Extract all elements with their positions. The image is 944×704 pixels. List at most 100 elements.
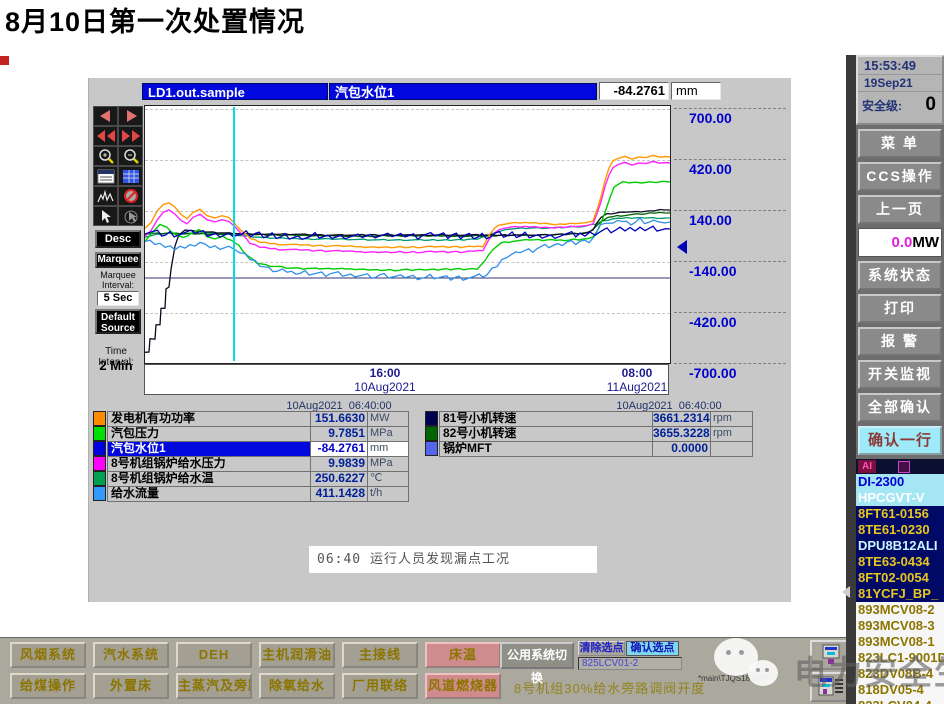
tag-list-item[interactable]: DI-2300	[856, 474, 944, 490]
page-title: 8月10日第一次处置情况	[5, 7, 306, 37]
bottom-button-5[interactable]: 主接线	[342, 642, 418, 668]
y-tick-label: 700.00	[689, 110, 732, 126]
trend-legend-table-left: 发电机有功功率 151.6630 MW 汽包压力 9.7851 MPa 汽包水位1 -84.2…	[93, 411, 409, 502]
gridline-dash	[674, 261, 786, 262]
sidebar-button[interactable]: 全部确认	[858, 393, 942, 422]
trend-toolbar	[93, 106, 145, 226]
mw-display: 0.0MW	[858, 228, 942, 257]
bottom-button-1[interactable]: 风烟系统	[10, 642, 86, 668]
marquee-interval-value[interactable]: 5 Sec	[97, 291, 139, 306]
x-tick-time: 16:00	[369, 366, 401, 380]
parameter-value: 9.7851	[310, 426, 368, 442]
trend-fast-back-button[interactable]	[93, 126, 118, 146]
series-color-swatch	[425, 441, 438, 456]
bottom-button-2[interactable]: 外置床	[93, 673, 169, 699]
tag-list-item[interactable]: 823DV08B-4	[856, 666, 944, 682]
sidebar-button[interactable]: CCS操作	[858, 162, 942, 191]
trend-lines-button[interactable]	[93, 186, 118, 206]
trend-series-st-speed-a	[145, 208, 670, 353]
zoom-in-button[interactable]	[93, 146, 118, 166]
bottom-button-4[interactable]: 主机润滑油	[259, 642, 335, 668]
trend-source-field[interactable]: LD1.out.sample	[142, 83, 328, 100]
sidebar-button[interactable]: 打印	[858, 294, 942, 323]
y-tick-label: 140.00	[689, 212, 732, 228]
bottom-button-3[interactable]: 主蒸汽及旁路	[176, 673, 252, 699]
tag-list-item[interactable]: 893MCV08-3	[856, 618, 944, 634]
cursor-icon	[101, 209, 111, 223]
selected-point-field[interactable]: 825LCV01-2	[578, 657, 682, 670]
sidebar-button[interactable]: 开关监视	[858, 360, 942, 389]
trend-series-svg	[145, 154, 670, 353]
cursor-track-button[interactable]	[118, 206, 143, 226]
zoom-out-button[interactable]	[118, 146, 143, 166]
sidebar-button-stack: 菜 单 CCS操作 上一页 0.0MW 系统状态 打印报 警开关监视 全部确认 确认一行 AI D…	[856, 129, 944, 704]
x-axis: 16:00 10Aug2021 08:00 11Aug2021	[144, 364, 669, 395]
utility-system-switch-button[interactable]: 公用系统切换	[500, 642, 574, 685]
trend-fast-forward-button[interactable]	[118, 126, 143, 146]
clear-selection-button[interactable]: 清除选点	[578, 641, 625, 656]
tag-list-item[interactable]: 81YCFJ_BP_	[856, 586, 944, 602]
marquee-button[interactable]: Marquee	[95, 252, 141, 268]
tag-list-item[interactable]: 818DV05-4	[856, 682, 944, 698]
confirm-row-button[interactable]: 确认一行	[858, 426, 942, 455]
status-text: 8号机组30%给水旁路调阀开度	[514, 681, 706, 696]
parameter-unit: rpm	[710, 411, 753, 427]
table-row[interactable]: 给水流量 411.1428 t/h	[93, 486, 409, 502]
tag-list-item[interactable]: 8TE63-0434	[856, 554, 944, 570]
bottom-button-6[interactable]: 床温	[425, 642, 501, 668]
trend-legend-table-right: 81号小机转速 3661.2314 rpm 82号小机转速 3655.3228 rpm 锅炉…	[425, 411, 753, 457]
parameter-name: 8号机组锅炉给水温	[107, 471, 311, 487]
disable-button[interactable]	[118, 186, 143, 206]
bottom-button-1[interactable]: 给煤操作	[10, 673, 86, 699]
table-row[interactable]: 汽包水位1 -84.2761 mm	[93, 441, 409, 457]
marquee-interval-label: Marquee Interval:	[100, 270, 136, 290]
tag-list-item[interactable]: 823LC1-9001D	[856, 650, 944, 666]
trend-forward-button[interactable]	[118, 106, 143, 126]
tag-list-item[interactable]: 8FT61-0156	[856, 506, 944, 522]
table-row[interactable]: 锅炉MFT 0.0000	[425, 441, 753, 457]
bottom-button-5[interactable]: 厂用联络	[342, 673, 418, 699]
sidebar-button[interactable]: 报 警	[858, 327, 942, 356]
table-row[interactable]: 汽包压力 9.7851 MPa	[93, 426, 409, 442]
cursor-select-button[interactable]	[93, 206, 118, 226]
confirm-selection-button[interactable]: 确认选点	[626, 641, 679, 656]
mw-unit: MW	[912, 234, 939, 251]
tag-list-item[interactable]: 8FT02-0054	[856, 570, 944, 586]
sidebar-button[interactable]: 系统状态	[858, 261, 942, 290]
time-cursor-line[interactable]	[233, 107, 235, 361]
table-row[interactable]: 发电机有功功率 151.6630 MW	[93, 411, 409, 427]
tag-list-item[interactable]: 893MCV08-1	[856, 634, 944, 650]
trend-plot[interactable]	[144, 105, 671, 365]
tag-list-item[interactable]: DPU8B12ALI	[856, 538, 944, 554]
bottom-toolbar: 风烟系统汽水系统 DEH 主机润滑油主接线床温 给煤操作外置床主蒸汽及旁路除氧给水厂…	[0, 637, 856, 704]
table-row[interactable]: 8号机组锅炉给水温 250.6227 ℃	[93, 471, 409, 487]
bottom-button-2[interactable]: 汽水系统	[93, 642, 169, 668]
data-grid-button[interactable]	[118, 166, 143, 186]
parameter-value: -84.2761	[310, 441, 368, 457]
tag-list-item[interactable]: 823LCV04-4	[856, 698, 944, 704]
window-path-tooltip: *main\TJQS18-MN*	[698, 674, 769, 683]
sidebar-button[interactable]: 上一页	[858, 195, 942, 224]
desc-button[interactable]: Desc	[95, 230, 141, 248]
bottom-button-6[interactable]: 风道燃烧器	[425, 673, 501, 699]
table-row[interactable]: 8号机组锅炉给水压力 9.9839 MPa	[93, 456, 409, 472]
tag-list-item[interactable]: 893MCV08-2	[856, 602, 944, 618]
tag-list-item[interactable]: HPCGVT-V	[856, 490, 944, 506]
parameter-value: 250.6227	[310, 471, 368, 487]
series-color-swatch	[93, 456, 106, 471]
x-tick-label: 08:00 11Aug2021	[582, 366, 692, 394]
bottom-button-3[interactable]: DEH	[176, 642, 252, 668]
tag-list-item[interactable]: 8TE61-0230	[856, 522, 944, 538]
time-interval-value[interactable]: 2 Min	[89, 358, 143, 373]
bottom-button-4[interactable]: 除氧给水	[259, 673, 335, 699]
trend-back-button[interactable]	[93, 106, 118, 126]
parameter-unit: mm	[367, 441, 409, 457]
zoom-out-icon	[123, 149, 139, 164]
table-row[interactable]: 81号小机转速 3661.2314 rpm	[425, 411, 753, 427]
sidebar-button[interactable]: 菜 单	[858, 129, 942, 158]
default-source-button[interactable]: Default Source	[95, 309, 141, 334]
double-left-arrow-icon	[96, 130, 115, 142]
table-row[interactable]: 82号小机转速 3655.3228 rpm	[425, 426, 753, 442]
legend-panel-button[interactable]	[93, 166, 118, 186]
trend-tag-field[interactable]: 汽包水位1	[329, 83, 597, 100]
